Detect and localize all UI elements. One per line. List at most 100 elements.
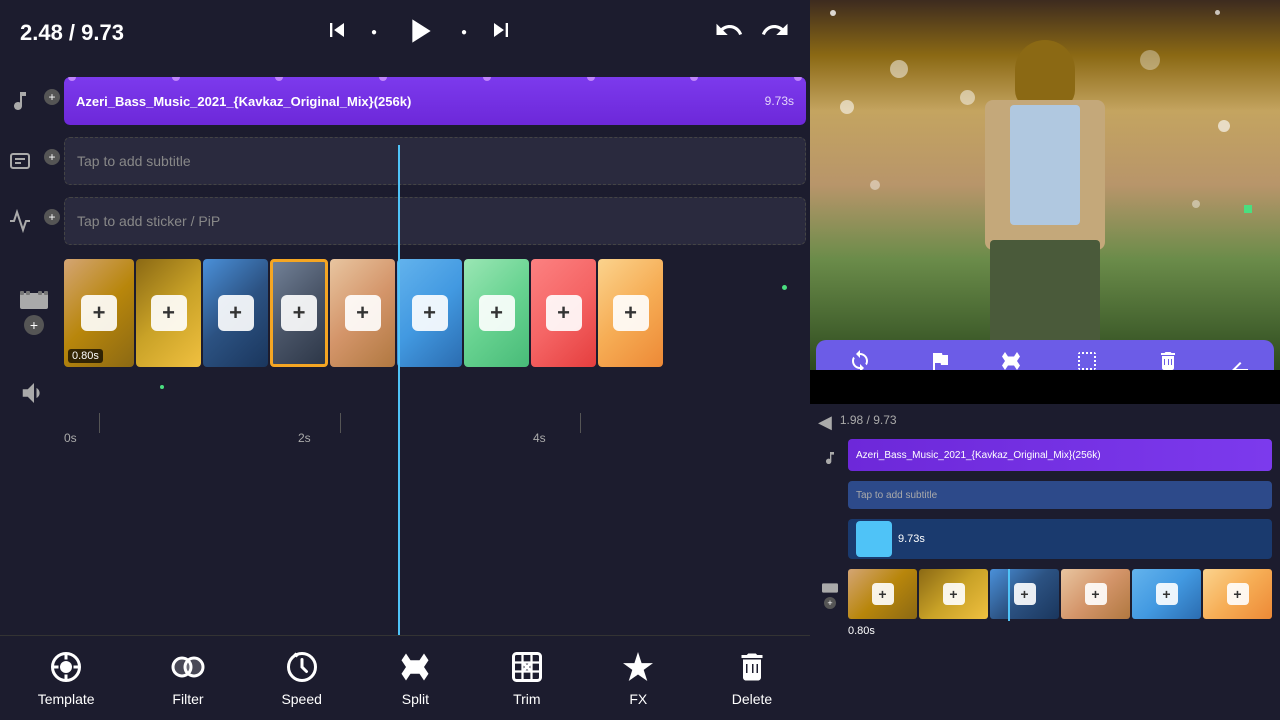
mini-subtitle-track[interactable]: Tap to add subtitle bbox=[848, 481, 1272, 509]
clips-icon[interactable]: + bbox=[4, 291, 64, 335]
mini-clip-4-add[interactable]: + bbox=[1085, 583, 1107, 605]
mini-sticker-thumbnail bbox=[856, 521, 892, 557]
play-button[interactable] bbox=[397, 11, 441, 55]
toolbar-trim[interactable]: Trim bbox=[509, 649, 545, 707]
clip-8-add[interactable]: + bbox=[546, 295, 582, 331]
sticker-track-bar[interactable]: Tap to add sticker / PiP bbox=[64, 197, 806, 245]
action-delete[interactable]: Delete bbox=[1150, 349, 1185, 370]
mini-time-display: 1.98 / 9.73 bbox=[840, 413, 897, 427]
sticker-track-icon[interactable]: + bbox=[4, 209, 64, 233]
toolbar-fx[interactable]: FX bbox=[620, 649, 656, 707]
toolbar-delete-label: Delete bbox=[732, 691, 772, 707]
sticker-track-content[interactable]: Tap to add sticker / PiP bbox=[64, 197, 806, 245]
subtitle-track-icon[interactable]: + bbox=[4, 149, 64, 173]
clip-3[interactable]: + bbox=[203, 259, 268, 367]
mini-clip-duration-label: 0.80s bbox=[848, 625, 1272, 637]
skip-forward-button[interactable] bbox=[487, 16, 515, 50]
toolbar-delete[interactable]: Delete bbox=[732, 649, 772, 707]
toolbar-filter[interactable]: Filter bbox=[170, 649, 206, 707]
sticker-placeholder: Tap to add sticker / PiP bbox=[77, 213, 220, 229]
mini-clip-1-add[interactable]: + bbox=[872, 583, 894, 605]
right-panel: Replace Beats Split Options bbox=[810, 0, 1280, 720]
clip-5[interactable]: + bbox=[330, 259, 395, 367]
track-handles bbox=[64, 77, 806, 81]
music-track-content[interactable]: Azeri_Bass_Music_2021_{Kavkaz_Original_M… bbox=[64, 77, 806, 125]
clip-5-add[interactable]: + bbox=[345, 295, 381, 331]
music-track-row: + Azeri_Bass_Music_2021_{Kavkaz_ bbox=[0, 73, 810, 129]
clip-9-add[interactable]: + bbox=[613, 295, 649, 331]
subtitle-track-bar[interactable]: Tap to add subtitle bbox=[64, 137, 806, 185]
clip-3-add[interactable]: + bbox=[218, 295, 254, 331]
mini-music-icon[interactable] bbox=[818, 450, 842, 466]
subtitle-track-content[interactable]: Tap to add subtitle bbox=[64, 137, 806, 185]
clip-6-add[interactable]: + bbox=[412, 295, 448, 331]
undo-redo bbox=[714, 15, 790, 51]
clip-7[interactable]: + bbox=[464, 259, 529, 367]
action-split[interactable]: Split bbox=[999, 349, 1023, 370]
action-buttons-bar: Replace Beats Split Options bbox=[816, 340, 1274, 370]
music-track-label: Azeri_Bass_Music_2021_{Kavkaz_Original_M… bbox=[76, 94, 757, 109]
mini-music-label: Azeri_Bass_Music_2021_{Kavkaz_Original_M… bbox=[856, 450, 1101, 461]
music-track-bar[interactable]: Azeri_Bass_Music_2021_{Kavkaz_Original_M… bbox=[64, 77, 806, 125]
toolbar-speed[interactable]: Speed bbox=[281, 649, 321, 707]
mini-sticker-track[interactable]: 9.73s bbox=[848, 519, 1272, 559]
action-back[interactable] bbox=[1228, 358, 1252, 370]
clip-4-add[interactable]: + bbox=[281, 295, 317, 331]
clip-6[interactable]: + bbox=[397, 259, 462, 367]
bottom-toolbar: Template Filter Speed Split bbox=[0, 635, 810, 720]
music-track-icon[interactable]: + bbox=[4, 89, 64, 113]
star-dot bbox=[830, 10, 836, 16]
volume-icon[interactable] bbox=[4, 378, 64, 408]
mini-clip-3-add[interactable]: + bbox=[1014, 583, 1036, 605]
mini-clip-2[interactable]: + bbox=[919, 569, 988, 619]
mini-playhead bbox=[1008, 569, 1010, 621]
bokeh-5 bbox=[1192, 200, 1200, 208]
top-bar: 2.48 / 9.73 ● ● bbox=[0, 0, 810, 65]
clip-9[interactable]: + bbox=[598, 259, 663, 367]
clip-2[interactable]: + bbox=[136, 259, 201, 367]
ruler-2s: 2s bbox=[298, 431, 311, 445]
mini-clips-icon[interactable]: + bbox=[818, 581, 842, 609]
bokeh-1 bbox=[840, 100, 854, 114]
action-beats[interactable]: Beats bbox=[925, 349, 956, 370]
mini-clip-6-add[interactable]: + bbox=[1227, 583, 1249, 605]
playback-controls: ● ● bbox=[323, 11, 515, 55]
clip-2-add[interactable]: + bbox=[151, 295, 187, 331]
accent-dot bbox=[1244, 205, 1252, 213]
mini-clip-3[interactable]: + bbox=[990, 569, 1059, 619]
left-panel: 2.48 / 9.73 ● ● bbox=[0, 0, 810, 720]
mini-music-track[interactable]: Azeri_Bass_Music_2021_{Kavkaz_Original_M… bbox=[848, 439, 1272, 471]
ruler-0s: 0s bbox=[64, 431, 77, 445]
undo-button[interactable] bbox=[714, 15, 744, 51]
toolbar-filter-label: Filter bbox=[172, 691, 203, 707]
mini-clip-5-add[interactable]: + bbox=[1156, 583, 1178, 605]
bokeh-7 bbox=[960, 90, 975, 105]
star-dot2 bbox=[1215, 10, 1220, 15]
mini-clip-1[interactable]: + bbox=[848, 569, 917, 619]
timeline-area: + Azeri_Bass_Music_2021_{Kavkaz_ bbox=[0, 65, 810, 635]
clip-8[interactable]: + bbox=[531, 259, 596, 367]
mini-clip-4[interactable]: + bbox=[1061, 569, 1130, 619]
redo-button[interactable] bbox=[760, 15, 790, 51]
timeline-ruler: 0s 2s 4s bbox=[0, 413, 810, 453]
sticker-track-row: + Tap to add sticker / PiP bbox=[0, 193, 810, 249]
clip-1[interactable]: + 0.80s bbox=[64, 259, 134, 367]
mini-timeline: ◀ 1.98 / 9.73 Azeri_Bass_Music_2021_{Kav… bbox=[810, 404, 1280, 720]
bokeh-4 bbox=[1218, 120, 1230, 132]
clip-4-selected[interactable]: + bbox=[270, 259, 328, 367]
mini-clip-2-add[interactable]: + bbox=[943, 583, 965, 605]
action-replace[interactable]: Replace bbox=[838, 349, 882, 370]
mini-timeline-back[interactable]: ◀ bbox=[818, 412, 832, 433]
clip-1-add[interactable]: + bbox=[81, 295, 117, 331]
dot-right: ● bbox=[461, 27, 467, 38]
toolbar-template[interactable]: Template bbox=[38, 649, 95, 707]
mini-clip-6[interactable]: + bbox=[1203, 569, 1272, 619]
clip-7-add[interactable]: + bbox=[479, 295, 515, 331]
toolbar-template-label: Template bbox=[38, 691, 95, 707]
mini-clip-5[interactable]: + bbox=[1132, 569, 1201, 619]
ruler-marker-0 bbox=[99, 413, 100, 433]
toolbar-split[interactable]: Split bbox=[397, 649, 433, 707]
mini-sticker-duration: 9.73s bbox=[898, 533, 925, 545]
skip-back-button[interactable] bbox=[323, 16, 351, 50]
action-options[interactable]: Options bbox=[1066, 349, 1107, 370]
